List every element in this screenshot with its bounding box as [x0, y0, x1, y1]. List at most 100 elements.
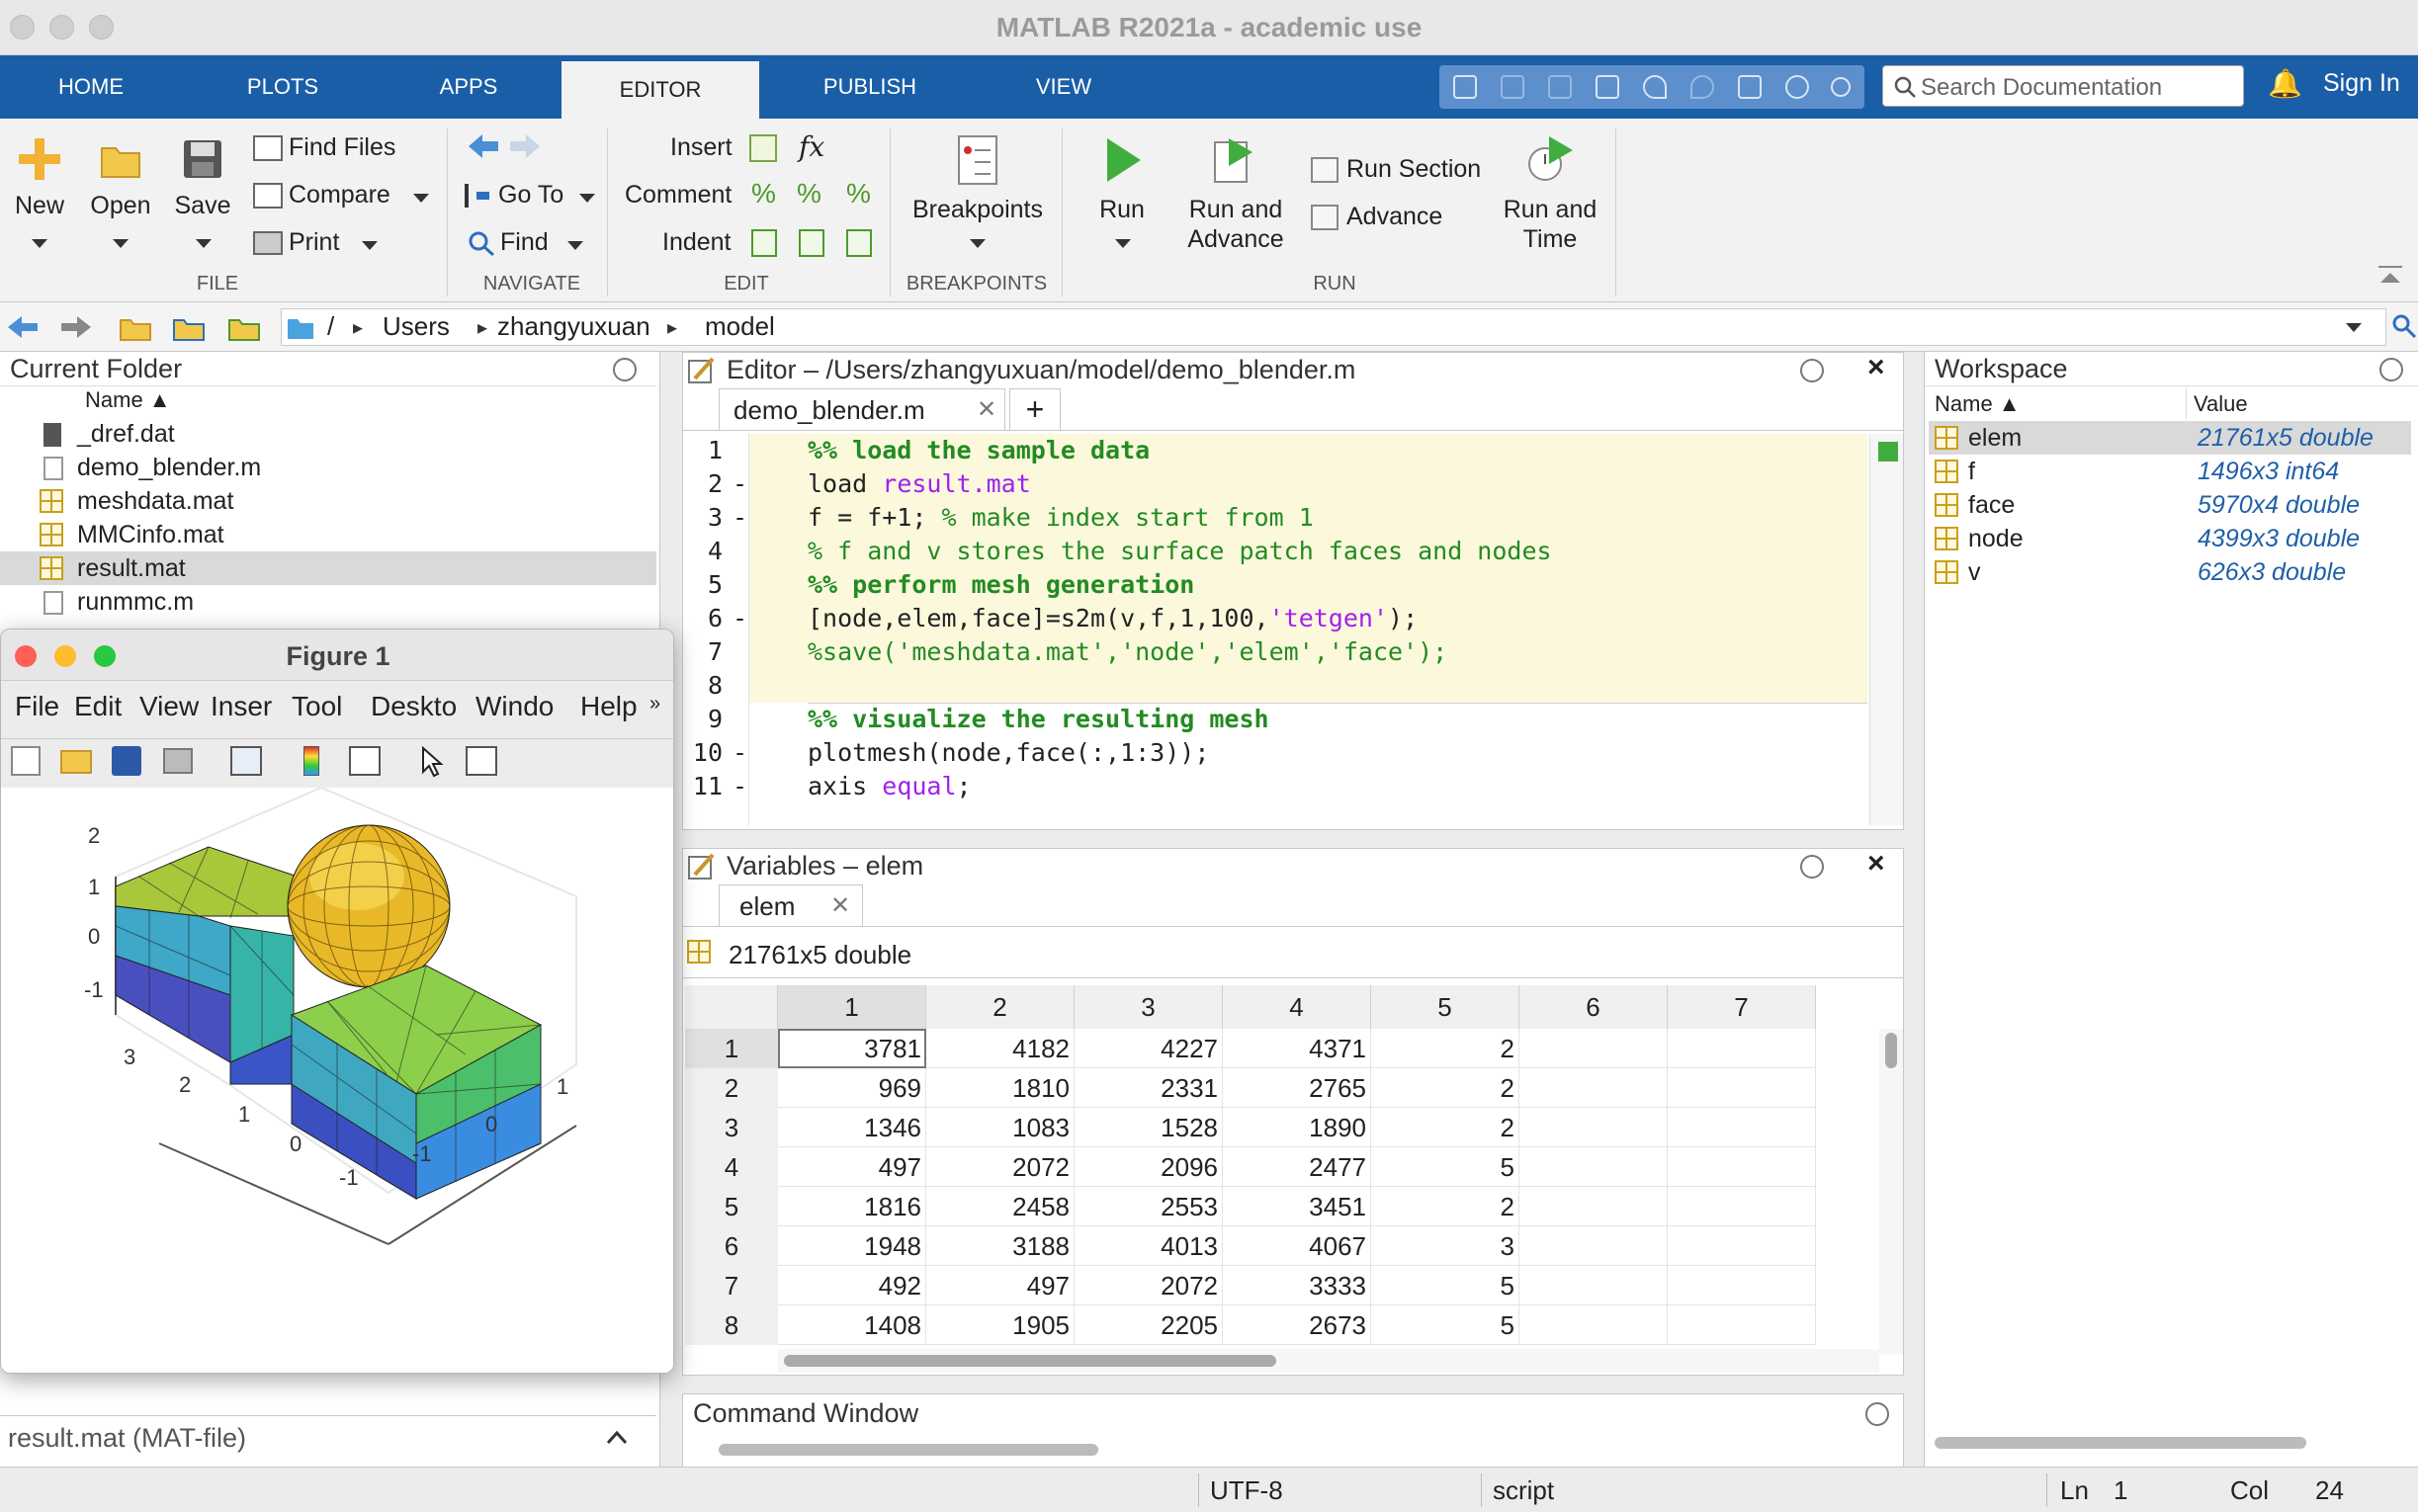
grid-cell[interactable]: 5	[1371, 1147, 1519, 1187]
customize-dropdown-icon[interactable]	[1831, 77, 1851, 97]
grid-cell[interactable]	[1519, 1187, 1668, 1226]
run-button[interactable]: Run	[1087, 134, 1157, 224]
grid-cell[interactable]	[1668, 1108, 1816, 1147]
grid-cell[interactable]	[1519, 1226, 1668, 1266]
grid-cell[interactable]: 3	[1371, 1226, 1519, 1266]
grid-cell[interactable]: 2	[1371, 1187, 1519, 1226]
code-line[interactable]: 4 % f and v stores the surface patch fac…	[683, 535, 1869, 568]
save-icon[interactable]	[1453, 75, 1477, 99]
grid-cell[interactable]: 1408	[778, 1305, 926, 1345]
run-section-button[interactable]: Run Section	[1311, 152, 1481, 186]
code-line[interactable]: 3 - f = f+1; % make index start from 1	[683, 501, 1869, 535]
panel-actions-icon[interactable]	[1865, 1402, 1889, 1426]
property-editor-icon[interactable]	[466, 746, 497, 776]
comment-button[interactable]: Comment	[625, 178, 732, 211]
breakpoint-dash[interactable]: -	[733, 770, 747, 803]
paste-icon[interactable]	[1596, 75, 1619, 99]
code-area[interactable]: 1 %% load the sample data 2 - load resul…	[683, 434, 1869, 825]
breakpoint-dash[interactable]: -	[733, 736, 747, 770]
grid-cell[interactable]: 2765	[1223, 1068, 1371, 1108]
compare-dropdown-arrow[interactable]	[413, 194, 429, 203]
grid-cell[interactable]	[1519, 1108, 1668, 1147]
link-plot-icon[interactable]	[230, 746, 262, 776]
row-header[interactable]: 7	[685, 1266, 778, 1305]
new-tab-button[interactable]: +	[1009, 388, 1061, 430]
grid-cell[interactable]: 4067	[1223, 1226, 1371, 1266]
print-figure-icon[interactable]	[163, 748, 193, 774]
column-header[interactable]: 5	[1371, 985, 1519, 1029]
column-header[interactable]: 4	[1223, 985, 1371, 1029]
panel-actions-icon[interactable]	[2379, 358, 2403, 381]
grid-cell[interactable]: 4371	[1223, 1029, 1371, 1068]
tab-home[interactable]: HOME	[20, 55, 162, 119]
grid-cell[interactable]	[1519, 1305, 1668, 1345]
row-header[interactable]: 3	[685, 1108, 778, 1147]
print-dropdown-arrow[interactable]	[362, 241, 378, 250]
menu-window[interactable]: Windo	[475, 691, 554, 722]
copy-icon[interactable]	[1548, 75, 1572, 99]
row-header[interactable]: 4	[685, 1147, 778, 1187]
cut-icon[interactable]	[1501, 75, 1524, 99]
scroll-thumb[interactable]	[1935, 1437, 2306, 1449]
grid-cell[interactable]: 2477	[1223, 1147, 1371, 1187]
save-dropdown-arrow[interactable]	[196, 239, 212, 248]
breakpoints-dropdown-arrow[interactable]	[970, 239, 986, 248]
grid-cell[interactable]: 1816	[778, 1187, 926, 1226]
file-row[interactable]: _dref.dat	[0, 417, 656, 451]
close-tab-icon[interactable]: ✕	[977, 395, 996, 424]
new-button[interactable]: New	[6, 134, 73, 220]
path-field[interactable]: / ▸ Users ▸ zhangyuxuan ▸ model	[281, 308, 2386, 346]
row-header[interactable]: 1	[685, 1029, 778, 1068]
tab-editor[interactable]: EDITOR	[561, 61, 759, 119]
go-to-button[interactable]: Go To	[465, 178, 563, 211]
up-folder-icon[interactable]	[119, 312, 152, 342]
grid-cell[interactable]: 492	[778, 1266, 926, 1305]
row-header[interactable]: 8	[685, 1305, 778, 1345]
scroll-thumb[interactable]	[719, 1444, 1098, 1456]
grid-cell[interactable]: 1948	[778, 1226, 926, 1266]
grid-cell[interactable]: 1905	[926, 1305, 1075, 1345]
close-tab-icon[interactable]: ✕	[830, 891, 850, 920]
code-line[interactable]: 8	[683, 669, 1869, 703]
close-editor-icon[interactable]: ×	[1867, 351, 1885, 384]
grid-cell[interactable]: 4182	[926, 1029, 1075, 1068]
menu-desktop[interactable]: Deskto	[371, 691, 457, 722]
path-root[interactable]: /	[327, 311, 334, 342]
find-button[interactable]: Find	[467, 225, 549, 259]
breakpoints-button[interactable]: Breakpoints	[904, 134, 1052, 224]
panel-actions-icon[interactable]	[1800, 359, 1824, 382]
panel-actions-icon[interactable]	[1800, 855, 1824, 879]
grid-cell[interactable]: 3333	[1223, 1266, 1371, 1305]
grid-cell[interactable]	[1668, 1305, 1816, 1345]
insert-section-icon[interactable]	[749, 134, 777, 162]
workspace-variable-row[interactable]: node 4399x3 double	[1929, 522, 2411, 555]
code-line[interactable]: 5 %% perform mesh generation	[683, 568, 1869, 602]
advance-button[interactable]: Advance	[1311, 200, 1442, 233]
path-history-dropdown-arrow[interactable]	[2346, 323, 2362, 332]
save-figure-icon[interactable]	[112, 746, 141, 776]
grid-cell[interactable]: 969	[778, 1068, 926, 1108]
search-folder-icon[interactable]	[2390, 312, 2418, 342]
grid-cell[interactable]	[1519, 1068, 1668, 1108]
tab-publish[interactable]: PUBLISH	[799, 55, 941, 119]
panel-actions-icon[interactable]	[613, 358, 637, 381]
insert-button[interactable]: Insert	[670, 130, 733, 164]
grid-cell[interactable]	[1519, 1147, 1668, 1187]
grid-cell[interactable]	[1519, 1266, 1668, 1305]
tab-elem[interactable]: elem ✕	[719, 884, 863, 926]
code-line[interactable]: 2 - load result.mat	[683, 467, 1869, 501]
close-variables-icon[interactable]: ×	[1867, 847, 1885, 881]
grid-cell[interactable]: 2072	[926, 1147, 1075, 1187]
grid-cell[interactable]: 2331	[1075, 1068, 1223, 1108]
grid-cell[interactable]: 4013	[1075, 1226, 1223, 1266]
browse-folder-icon[interactable]	[172, 312, 206, 342]
name-column-header[interactable]: Name ▲	[85, 387, 171, 413]
grid-cell[interactable]	[1668, 1226, 1816, 1266]
cursor-icon[interactable]	[420, 746, 444, 778]
back-icon[interactable]	[6, 314, 40, 340]
path-part-user[interactable]: zhangyuxuan	[497, 311, 650, 342]
print-button[interactable]: Print	[253, 225, 339, 259]
forward-arrow-icon[interactable]	[508, 132, 544, 160]
grid-cell[interactable]: 5	[1371, 1305, 1519, 1345]
horizontal-scrollbar[interactable]	[778, 1349, 1879, 1373]
